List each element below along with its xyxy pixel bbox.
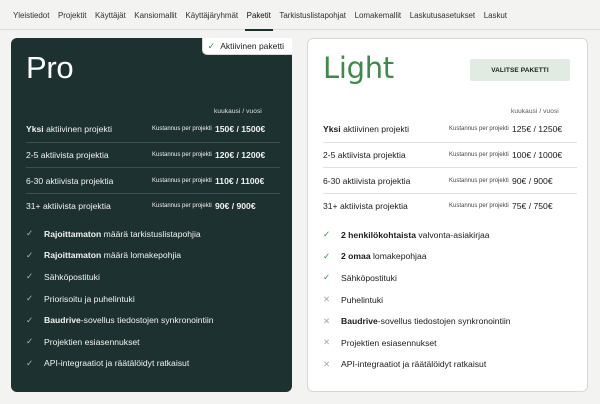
pricing-row: 2-5 aktiivista projektia Kustannus per p… (26, 141, 280, 168)
tier-price: 100€ / 1000€ (512, 150, 563, 161)
tab-lomakemallit[interactable]: Lomakemallit (355, 0, 402, 30)
cross-icon: ✕ (323, 337, 331, 348)
tier-price: 90€ / 900€ (215, 201, 256, 212)
pricing-row: 6-30 aktiivista projektia Kustannus per … (26, 167, 280, 193)
cost-label: Kustannus per projekti (449, 152, 509, 159)
active-plan-badge: ✓ Aktiivinen paketti (201, 38, 292, 55)
price-period-label: kuukausi / vuosi (214, 108, 262, 115)
check-icon: ✓ (26, 249, 34, 260)
pricing-table: Yksi aktiivinen projekti Kustannus per p… (323, 116, 577, 219)
cost-label: Kustannus per projekti (152, 203, 212, 210)
tab-kansiomallit[interactable]: Kansiomallit (134, 0, 177, 30)
feature-item: ✓ Baudrive-sovellus tiedostojen synkronoi… (26, 314, 214, 326)
pricing-row: Yksi aktiivinen projekti Kustannus per p… (26, 116, 280, 142)
feature-list: ✓ 2 henkilökohtaista valvonta-asiakirjaa … (323, 224, 583, 375)
feature-item: ✓ Rajoittamaton määrä lomakepohjia (26, 249, 182, 261)
plan-name: Light (323, 51, 394, 85)
tier-price: 90€ / 900€ (512, 175, 553, 186)
tab-tarkistuslistapohjat[interactable]: Tarkistuslistapohjat (279, 0, 346, 30)
pricing-table: Yksi aktiivinen projekti Kustannus per p… (26, 116, 280, 219)
feature-item: ✓ 2 omaa lomakepohjaa (323, 250, 427, 262)
tab-laskutusasetukset[interactable]: Laskutusasetukset (410, 0, 475, 30)
feature-item: ✓ 2 henkilökohtaista valvonta-asiakirjaa (323, 229, 490, 240)
check-icon: ✓ (26, 271, 34, 282)
check-icon: ✓ (26, 357, 34, 368)
feature-item: ✓ API-integraatiot ja räätälöidyt ratkais… (26, 357, 190, 369)
check-icon: ✓ (26, 293, 34, 304)
settings-tab-bar: Yleistiedot Projektit Käyttäjät Kansioma… (0, 0, 600, 31)
tab-kayttajaryhmat[interactable]: Käyttäjäryhmät (185, 0, 238, 30)
tier-price: 150€ / 1500€ (215, 123, 266, 134)
check-icon: ✓ (26, 314, 34, 325)
cost-label: Kustannus per projekti (449, 177, 509, 184)
feature-item: ✓ Sähköpostituki (323, 272, 397, 283)
tier-price: 75€ / 750€ (512, 201, 553, 212)
cost-label: Kustannus per projekti (152, 125, 212, 132)
pricing-row: 6-30 aktiivista projektia Kustannus per … (323, 167, 577, 193)
check-icon: ✓ (26, 336, 34, 347)
feature-list: ✓ Rajoittamaton määrä tarkistuslistapohji… (26, 223, 286, 374)
feature-item: ✓ Rajoittamaton määrä tarkistuslistapohji… (26, 228, 201, 239)
tab-laskut[interactable]: Laskut (484, 0, 507, 30)
tier-price: 110€ / 1100€ (215, 175, 265, 186)
check-icon: ✓ (323, 250, 331, 261)
check-icon: ✓ (323, 229, 331, 240)
tab-paketit[interactable]: Paketit (244, 0, 273, 31)
tier-price: 125€ / 1250€ (512, 123, 563, 134)
feature-item: ✕ Projektien esiasennukset (323, 337, 437, 348)
select-plan-button[interactable]: VALITSE PAKETTI (470, 59, 570, 81)
cross-icon: ✕ (323, 294, 331, 305)
feature-item: ✕ Baudrive-sovellus tiedostojen synkronoi… (323, 315, 511, 327)
cost-label: Kustannus per projekti (449, 125, 509, 132)
tab-projektit[interactable]: Projektit (58, 0, 87, 30)
check-icon: ✓ (323, 272, 331, 283)
feature-item: ✕ Puhelintuki (323, 294, 384, 305)
pricing-row: 31+ aktiivista projektia Kustannus per p… (323, 193, 577, 219)
feature-item: ✕ API-integraatiot ja räätälöidyt ratkais… (323, 358, 487, 370)
pro-plan-card: ✓ Aktiivinen paketti Pro kuukausi / vuos… (11, 38, 292, 392)
tab-yleistiedot[interactable]: Yleistiedot (13, 0, 49, 30)
check-icon: ✓ (207, 40, 216, 51)
check-icon: ✓ (26, 228, 34, 239)
cost-label: Kustannus per projekti (152, 152, 212, 159)
pricing-row: 31+ aktiivista projektia Kustannus per p… (26, 193, 280, 219)
pricing-row: 2-5 aktiivista projektia Kustannus per p… (323, 141, 577, 168)
active-plan-badge-label: Aktiivinen paketti (220, 41, 284, 51)
tab-kayttajat[interactable]: Käyttäjät (95, 0, 126, 30)
cost-label: Kustannus per projekti (449, 203, 509, 210)
light-plan-card: Light VALITSE PAKETTI kuukausi / vuosi Y… (307, 38, 588, 392)
cost-label: Kustannus per projekti (152, 177, 212, 184)
price-period-label: kuukausi / vuosi (511, 108, 559, 115)
feature-item: ✓ Projektien esiasennukset (26, 336, 140, 347)
feature-item: ✓ Priorisoitu ja puhelintuki (26, 293, 135, 304)
tier-price: 120€ / 1200€ (215, 150, 266, 161)
feature-item: ✓ Sähköpostituki (26, 271, 100, 282)
plan-name: Pro (26, 50, 74, 85)
cross-icon: ✕ (323, 315, 331, 326)
pricing-row: Yksi aktiivinen projekti Kustannus per p… (323, 116, 577, 142)
cross-icon: ✕ (323, 358, 331, 369)
